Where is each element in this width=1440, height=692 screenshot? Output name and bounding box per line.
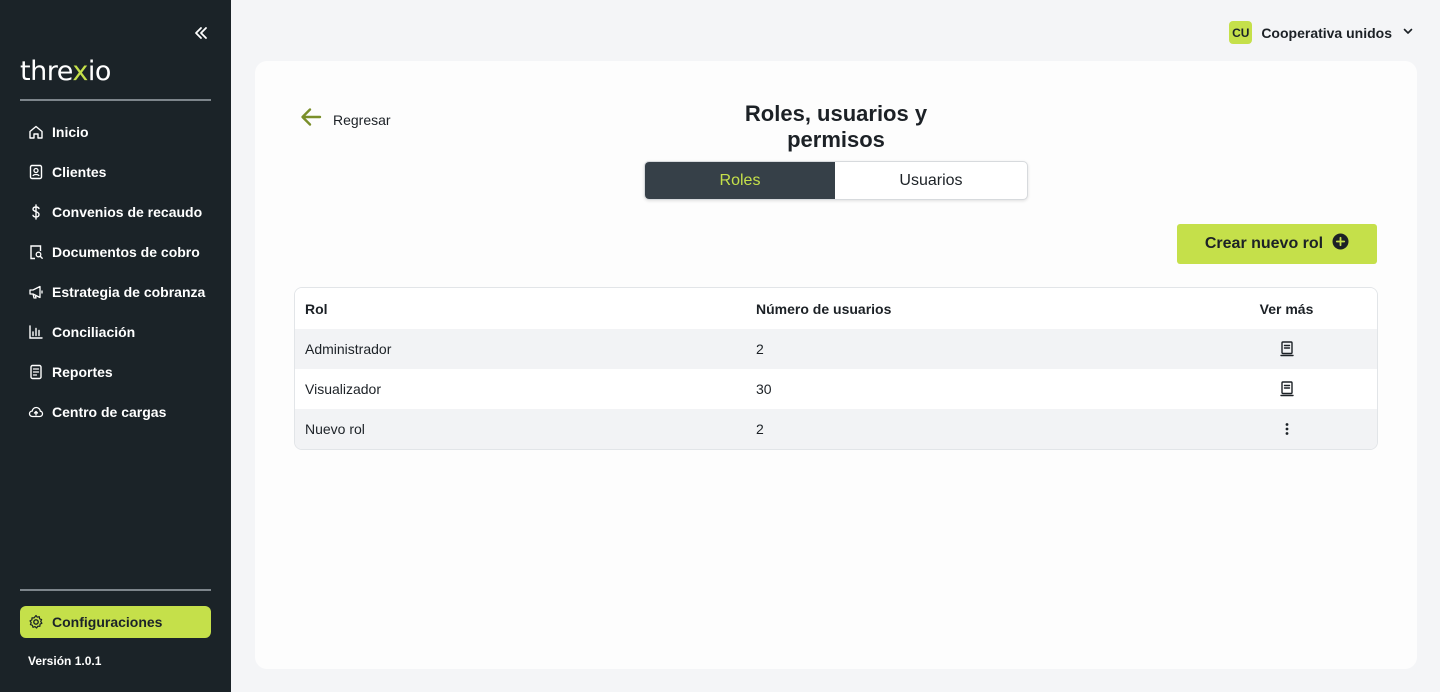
bar-chart-icon (28, 324, 44, 340)
sidebar-item-inicio[interactable]: Inicio (20, 112, 211, 152)
document-icon[interactable] (1277, 379, 1297, 399)
page-title: Roles, usuarios y permisos (706, 101, 966, 162)
role-name: Visualizador (305, 381, 382, 397)
sidebar-item-label: Inicio (52, 124, 89, 140)
home-icon (28, 124, 44, 140)
sidebar-item-centro-cargas[interactable]: Centro de cargas (20, 392, 211, 432)
collapse-sidebar-icon[interactable] (190, 22, 212, 44)
sidebar-item-documentos[interactable]: Documentos de cobro (20, 232, 211, 272)
sidebar-item-conciliacion[interactable]: Conciliación (20, 312, 211, 352)
sidebar: threxio Inicio Clientes Convenios de rec… (0, 0, 231, 692)
sidebar-item-label: Documentos de cobro (52, 244, 200, 260)
table-row: Administrador 2 (295, 329, 1377, 369)
report-icon (28, 364, 44, 380)
cloud-upload-icon (28, 404, 44, 420)
sidebar-item-configuraciones[interactable]: Configuraciones (20, 606, 211, 638)
threxio-logo: threxio (20, 56, 111, 87)
role-name: Nuevo rol (305, 421, 365, 437)
user-count: 2 (756, 421, 764, 437)
back-label: Regresar (333, 111, 391, 128)
config-label: Configuraciones (52, 614, 163, 630)
sidebar-item-label: Conciliación (52, 324, 136, 340)
tab-usuarios[interactable]: Usuarios (835, 162, 1027, 199)
roles-table: Rol Número de usuarios Ver más Administr… (294, 287, 1378, 450)
sidebar-divider (20, 589, 211, 591)
role-name: Administrador (305, 341, 392, 357)
sidebar-item-label: Clientes (52, 164, 107, 180)
main-card: Regresar Roles, usuarios y permisos Role… (255, 61, 1417, 669)
document-search-icon (28, 244, 44, 260)
plus-circle-icon (1332, 233, 1349, 255)
megaphone-icon (28, 284, 44, 300)
version-text: Versión 1.0.1 (28, 654, 102, 668)
back-button[interactable]: Regresar (299, 105, 391, 134)
sidebar-item-reportes[interactable]: Reportes (20, 352, 211, 392)
sidebar-divider (20, 99, 211, 101)
column-header-rol: Rol (305, 300, 328, 317)
sidebar-item-clientes[interactable]: Clientes (20, 152, 211, 192)
sidebar-item-label: Estrategia de cobranza (52, 284, 206, 300)
sidebar-item-label: Reportes (52, 364, 113, 380)
column-header-ver-mas: Ver más (1259, 300, 1314, 317)
user-count: 2 (756, 341, 764, 357)
tabs: Roles Usuarios (644, 161, 1028, 200)
sidebar-nav: Inicio Clientes Convenios de recaudo Doc… (20, 112, 211, 432)
sidebar-item-estrategia[interactable]: Estrategia de cobranza (20, 272, 211, 312)
chevron-down-icon (1402, 24, 1414, 42)
column-header-users: Número de usuarios (756, 300, 892, 317)
dollar-icon (28, 204, 44, 220)
tab-roles[interactable]: Roles (645, 162, 835, 199)
arrow-left-icon (299, 105, 323, 134)
sidebar-item-convenios[interactable]: Convenios de recaudo (20, 192, 211, 232)
more-vertical-icon[interactable] (1277, 419, 1297, 439)
table-row: Nuevo rol 2 (295, 409, 1377, 449)
contact-card-icon (28, 164, 44, 180)
create-role-label: Crear nuevo rol (1204, 235, 1324, 252)
sidebar-item-label: Convenios de recaudo (52, 204, 203, 220)
table-header: Rol Número de usuarios Ver más (295, 288, 1377, 329)
user-count: 30 (756, 381, 772, 397)
org-name: Cooperativa unidos (1261, 24, 1392, 41)
gear-icon (28, 614, 44, 630)
org-avatar: CU (1229, 21, 1253, 44)
organization-selector[interactable]: CU Cooperativa unidos (1229, 21, 1414, 44)
create-role-button[interactable]: Crear nuevo rol (1177, 224, 1377, 264)
sidebar-item-label: Centro de cargas (52, 404, 167, 420)
table-row: Visualizador 30 (295, 369, 1377, 409)
document-icon[interactable] (1277, 339, 1297, 359)
